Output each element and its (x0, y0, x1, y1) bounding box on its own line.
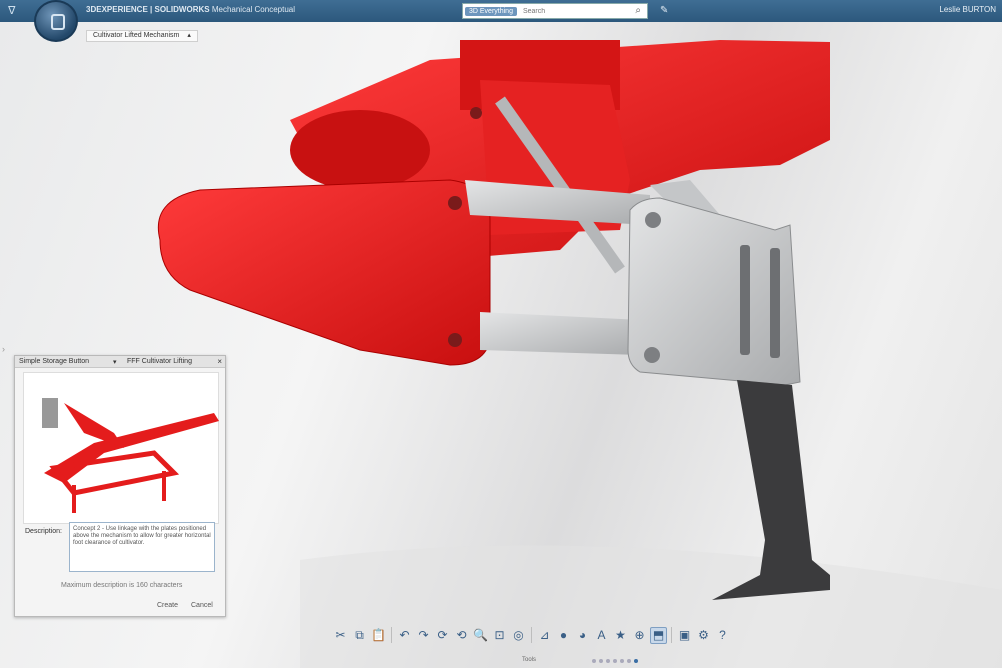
toolbar-separator (391, 627, 392, 643)
thumbnail-preview (23, 372, 219, 524)
cultivator-thumbnail (42, 398, 219, 513)
pager-dot[interactable] (592, 659, 596, 663)
user-name[interactable]: Leslie BURTON (939, 5, 996, 14)
pager-dot[interactable] (627, 659, 631, 663)
text-icon[interactable]: A (593, 627, 610, 644)
compass-icon[interactable] (34, 0, 78, 42)
search-box[interactable]: 3D Everything ⌕ (462, 3, 648, 19)
tag-icon[interactable]: ✎ (660, 5, 668, 16)
plate-slot (740, 245, 750, 355)
create-button[interactable]: Create (157, 602, 178, 609)
action-bar-label: Tools (522, 657, 537, 663)
chevron-down-icon[interactable]: ▾ (113, 358, 117, 366)
globe-icon[interactable]: ⊕ (631, 627, 648, 644)
red-cylinder (290, 110, 430, 190)
bolt (470, 107, 482, 119)
action-bar: ✂ ⧉ 📋 ↶ ↷ ⟳ ⟲ 🔍 ⊡ ◎ ⊿ ● ◕ A ★ ⊕ ⬒ ▣ ⚙? (332, 624, 731, 646)
pager-dot[interactable] (613, 659, 617, 663)
pager-dot[interactable] (599, 659, 603, 663)
lower-link-arm (480, 312, 640, 355)
plate-slot (770, 248, 780, 358)
3ds-logo-icon[interactable]: ᐁ (8, 4, 16, 17)
rotate-icon[interactable]: ⟲ (453, 627, 470, 644)
view-icon[interactable]: ◎ (510, 627, 527, 644)
measure-icon[interactable]: ⊿ (536, 627, 553, 644)
undo-icon[interactable]: ↶ (396, 627, 413, 644)
close-icon[interactable]: × (217, 357, 222, 366)
search-scope-tag[interactable]: 3D Everything (465, 6, 517, 16)
capture-icon[interactable]: ⬒ (650, 626, 667, 644)
toolbar-separator (531, 627, 532, 643)
zoom-icon[interactable]: 🔍 (472, 627, 489, 644)
pager-dot[interactable] (634, 659, 638, 663)
breadcrumb[interactable]: Cultivator Lifted Mechanism ▴ (86, 30, 198, 42)
app-title: 3DEXPERIENCE | SOLIDWORKS Mechanical Con… (86, 5, 295, 14)
dialog-subtitle: FFF Cultivator Lifting (127, 358, 192, 365)
search-input[interactable] (522, 7, 633, 15)
redo-icon[interactable]: ↷ (415, 627, 432, 644)
chevron-down-icon[interactable]: ▴ (187, 32, 191, 39)
floor-shadow (300, 545, 1002, 668)
bolt (448, 333, 462, 347)
top-bar: ᐁ 3DEXPERIENCE | SOLIDWORKS Mechanical C… (0, 0, 1002, 22)
refresh-icon[interactable]: ⟳ (434, 627, 451, 644)
description-hint: Maximum description is 160 characters (61, 582, 183, 589)
copy-icon[interactable]: ⧉ (351, 627, 368, 644)
cancel-button[interactable]: Cancel (191, 602, 213, 609)
settings-icon[interactable]: ⚙ (695, 627, 712, 644)
panel-handle-icon[interactable]: › (2, 344, 5, 354)
description-label: Description: (25, 528, 62, 535)
bolt (448, 196, 462, 210)
help-icon[interactable]: ? (714, 627, 731, 644)
storage-dialog: Simple Storage Button ▾ FFF Cultivator L… (14, 355, 226, 617)
pager-dot[interactable] (620, 659, 624, 663)
fit-icon[interactable]: ⊡ (491, 627, 508, 644)
description-field[interactable]: Concept 2 - Use linkage with the plates … (69, 522, 215, 572)
scissors-icon[interactable]: ✂ (332, 627, 349, 644)
paste-icon[interactable]: 📋 (370, 627, 387, 644)
red-plate-main (157, 179, 491, 366)
toolbar-separator (671, 627, 672, 643)
pager-dot[interactable] (606, 659, 610, 663)
dialog-title: Simple Storage Button (19, 358, 90, 365)
bolt (645, 212, 661, 228)
color-icon[interactable]: ◕ (574, 627, 591, 644)
render-icon[interactable]: ● (555, 627, 572, 644)
bolt (644, 347, 660, 363)
action-bar-pager (592, 659, 638, 663)
image-icon[interactable]: ▣ (676, 627, 693, 644)
star-icon[interactable]: ★ (612, 627, 629, 644)
dialog-header[interactable]: Simple Storage Button ▾ FFF Cultivator L… (15, 356, 225, 368)
search-icon[interactable]: ⌕ (635, 5, 641, 16)
